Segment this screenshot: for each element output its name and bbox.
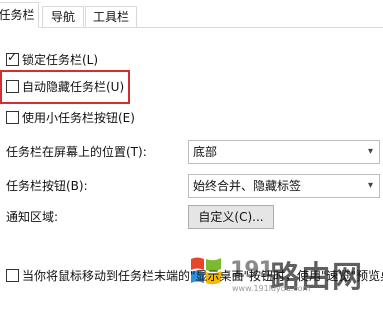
tab-navigation[interactable]: 导航: [42, 6, 84, 27]
tab-toolbars[interactable]: 工具栏: [85, 6, 137, 27]
position-select[interactable]: 底部 ▾: [188, 140, 380, 164]
position-label: 任务栏在屏幕上的位置(T):: [6, 145, 147, 159]
peek-checkbox[interactable]: [6, 269, 19, 282]
small-buttons-checkbox[interactable]: [6, 111, 19, 124]
position-value: 底部: [193, 145, 218, 159]
chevron-down-icon: ▾: [367, 146, 373, 157]
small-buttons-option[interactable]: 使用小任务栏按钮(E): [6, 108, 135, 128]
auto-hide-checkbox[interactable]: [6, 80, 19, 93]
notify-area-label: 通知区域:: [6, 210, 59, 224]
chevron-down-icon: ▾: [367, 180, 373, 191]
peek-label: 当你将鼠标移动到任务栏末端的"显示桌面"按钮时，使用"速览"预览桌: [22, 269, 383, 283]
checkmark-icon: ✓: [7, 50, 18, 64]
auto-hide-label: 自动隐藏任务栏(U): [22, 80, 125, 94]
taskbar-buttons-value: 始终合并、隐藏标签: [193, 179, 302, 193]
lock-taskbar-checkbox[interactable]: ✓: [6, 50, 19, 66]
tab-bar: 任务栏 导航 工具栏: [0, 0, 383, 28]
tab-taskbar[interactable]: 任务栏: [0, 2, 39, 28]
taskbar-buttons-label: 任务栏按钮(B):: [6, 179, 88, 193]
lock-taskbar-option[interactable]: ✓ 锁定任务栏(L): [6, 50, 98, 70]
peek-option[interactable]: 当你将鼠标移动到任务栏末端的"显示桌面"按钮时，使用"速览"预览桌: [6, 266, 383, 286]
auto-hide-option[interactable]: 自动隐藏任务栏(U): [6, 77, 124, 97]
lock-taskbar-label: 锁定任务栏(L): [22, 53, 99, 67]
customize-button[interactable]: 自定义(C)...: [188, 205, 274, 229]
small-buttons-label: 使用小任务栏按钮(E): [22, 111, 135, 125]
taskbar-buttons-select[interactable]: 始终合并、隐藏标签 ▾: [188, 174, 380, 198]
